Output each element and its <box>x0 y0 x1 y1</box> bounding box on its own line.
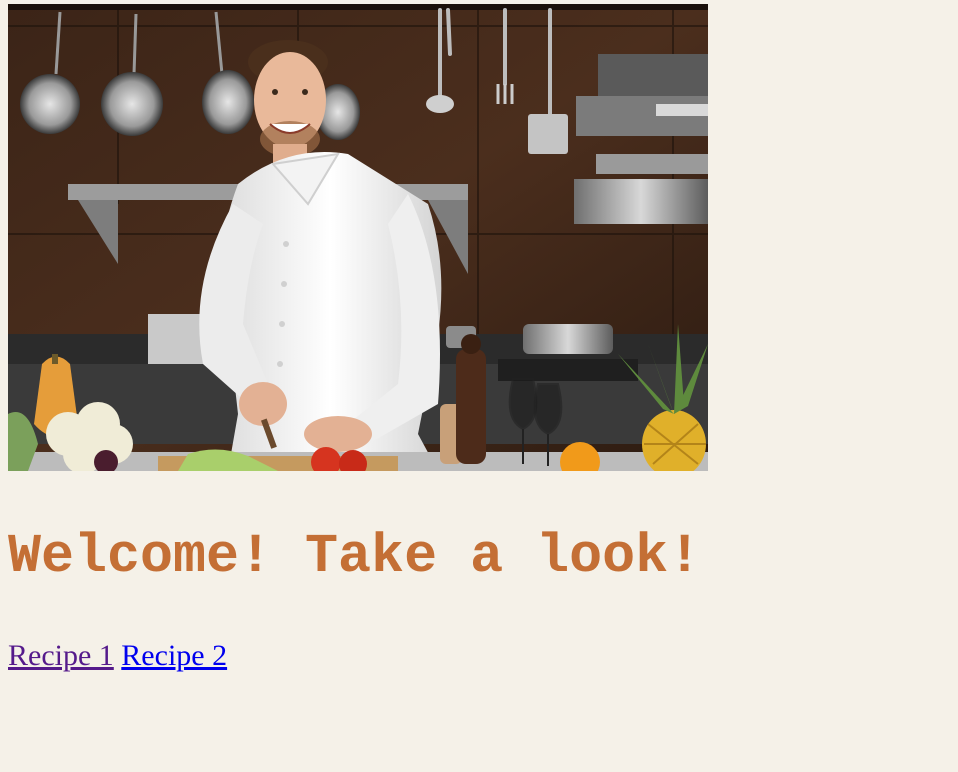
page-title: Welcome! Take a look! <box>8 525 702 588</box>
recipe-2-link[interactable]: Recipe 2 <box>121 639 227 672</box>
chef-photo-illustration <box>8 4 708 471</box>
page: Welcome! Take a look! Recipe 1 Recipe 2 <box>0 0 958 673</box>
recipe-1-link[interactable]: Recipe 1 <box>8 639 114 672</box>
chef-photo <box>8 4 708 471</box>
recipe-links: Recipe 1 Recipe 2 <box>8 639 950 673</box>
